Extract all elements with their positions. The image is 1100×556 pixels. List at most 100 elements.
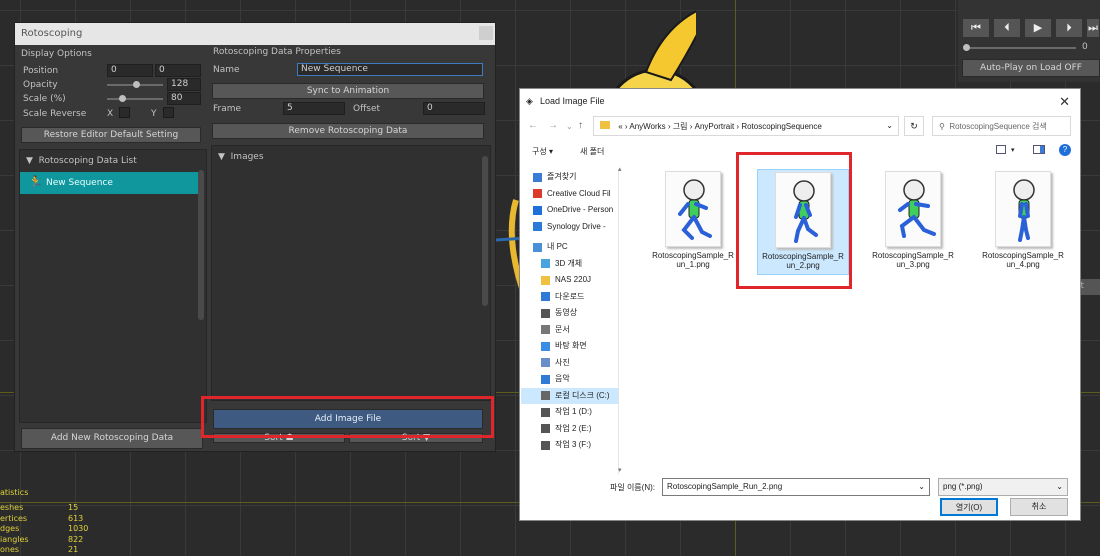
up-arrow-icon[interactable]: ↑ bbox=[578, 120, 583, 131]
close-icon[interactable]: ✕ bbox=[1059, 94, 1070, 110]
play-button[interactable]: ▶ bbox=[1024, 18, 1052, 38]
nav-item[interactable]: 내 PC bbox=[521, 239, 618, 256]
scale-reverse-y-checkbox[interactable] bbox=[163, 107, 174, 118]
frame-field[interactable]: 5 bbox=[283, 102, 345, 115]
star-icon bbox=[533, 172, 542, 182]
nav-item-label: 바탕 화면 bbox=[555, 341, 587, 350]
timeline-knob[interactable] bbox=[963, 44, 970, 51]
filetype-value: png (*.png) bbox=[943, 482, 983, 491]
list-scrollbar[interactable] bbox=[198, 170, 204, 320]
timeline-value: 0 bbox=[1082, 42, 1088, 52]
remove-data-button[interactable]: Remove Rotoscoping Data bbox=[212, 123, 484, 139]
help-icon[interactable]: ? bbox=[1059, 144, 1071, 156]
rotoscoping-window: Rotoscoping Display Options Position 0 0… bbox=[14, 22, 496, 452]
stat-label: dges bbox=[0, 524, 20, 533]
nav-item[interactable]: 사진 bbox=[521, 355, 618, 372]
window-close-button[interactable] bbox=[479, 26, 493, 40]
cancel-button[interactable]: 취소 bbox=[1010, 498, 1068, 516]
filename-dropdown-icon[interactable]: ⌄ bbox=[918, 482, 925, 491]
filetype-select[interactable]: png (*.png) ⌄ bbox=[938, 478, 1068, 496]
stat-label: iangles bbox=[0, 534, 29, 544]
nav-item[interactable]: OneDrive - Person bbox=[521, 202, 618, 219]
nav-item[interactable]: NAS 220J bbox=[521, 272, 618, 289]
images-scrollbar[interactable] bbox=[482, 156, 488, 306]
refresh-icon[interactable]: ↻ bbox=[904, 116, 924, 136]
last-frame-button[interactable]: ⏭ bbox=[1086, 18, 1100, 38]
autoplay-button[interactable]: Auto-Play on Load OFF bbox=[962, 59, 1100, 77]
file-item[interactable]: RotoscopingSample_R un_4.png bbox=[977, 169, 1069, 275]
filename-input[interactable]: RotoscopingSample_Run_2.png ⌄ bbox=[662, 478, 930, 496]
open-button[interactable]: 열기(O) bbox=[940, 498, 998, 516]
prev-frame-button[interactable]: ⏴ bbox=[993, 18, 1021, 38]
preview-pane-icon[interactable] bbox=[1033, 145, 1045, 154]
scroll-down-icon[interactable]: ▾ bbox=[618, 466, 622, 474]
scale-reverse-x-checkbox[interactable] bbox=[119, 107, 130, 118]
breadcrumb-item[interactable]: RotoscopingSequence bbox=[741, 122, 822, 131]
organize-button[interactable]: 구성 ▾ bbox=[532, 146, 553, 157]
offset-field[interactable]: 0 bbox=[423, 102, 485, 115]
nav-item-label: 로컬 디스크 (C:) bbox=[555, 390, 610, 400]
position-x-field[interactable]: 0 bbox=[107, 64, 153, 77]
recent-dropdown-icon[interactable]: ⌄ bbox=[566, 122, 573, 131]
nav-item[interactable]: 다운로드 bbox=[521, 289, 618, 306]
nav-item[interactable]: 바탕 화면 bbox=[521, 338, 618, 355]
view-options-icon[interactable] bbox=[996, 145, 1006, 154]
search-input[interactable]: ⚲ RotoscopingSequence 검색 bbox=[932, 116, 1071, 136]
nav-item[interactable]: 작업 2 (E:) bbox=[521, 421, 618, 438]
filetype-dropdown-icon[interactable]: ⌄ bbox=[1056, 482, 1063, 491]
nav-item[interactable]: 작업 3 (F:) bbox=[521, 437, 618, 454]
file-name-ext: un_4.png bbox=[1006, 260, 1040, 269]
file-item[interactable]: RotoscopingSample_R un_1.png bbox=[647, 169, 739, 275]
dialog-titlebar: ◈ Load Image File ✕ bbox=[520, 89, 1080, 115]
address-bar[interactable]: « › AnyWorks › 그림 › AnyPortrait › Rotosc… bbox=[593, 116, 899, 136]
nav-item-label: 내 PC bbox=[547, 242, 568, 251]
opacity-knob[interactable] bbox=[133, 81, 140, 88]
add-rotoscoping-data-button[interactable]: Add New Rotoscoping Data bbox=[21, 428, 203, 449]
nav-item[interactable]: 3D 개체 bbox=[521, 256, 618, 273]
nav-item[interactable]: Creative Cloud Fil bbox=[521, 186, 618, 203]
back-arrow-icon[interactable]: ← bbox=[528, 120, 538, 131]
address-dropdown-icon[interactable]: ⌄ bbox=[886, 121, 893, 130]
nav-item[interactable]: Synology Drive - bbox=[521, 219, 618, 236]
nav-item[interactable]: 동영상 bbox=[521, 305, 618, 322]
scale-field[interactable]: 80 bbox=[167, 92, 201, 105]
nav-item[interactable]: 음악 bbox=[521, 371, 618, 388]
disk-icon bbox=[541, 440, 550, 450]
restore-default-button[interactable]: Restore Editor Default Setting bbox=[21, 127, 201, 143]
scroll-up-icon[interactable]: ▴ bbox=[618, 165, 622, 173]
view-dropdown-icon[interactable]: ▾ bbox=[1011, 146, 1015, 154]
name-field[interactable]: New Sequence bbox=[297, 63, 483, 76]
stat-value: 1030 bbox=[68, 524, 89, 533]
nav-item[interactable]: 로컬 디스크 (C:) bbox=[521, 387, 618, 404]
new-folder-button[interactable]: 새 폴더 bbox=[580, 146, 604, 157]
breadcrumb-item[interactable]: AnyPortrait › bbox=[695, 122, 742, 131]
nav-item[interactable]: 즐겨찾기 bbox=[521, 169, 618, 186]
nav-item[interactable]: 작업 1 (D:) bbox=[521, 404, 618, 421]
running-figure-icon: 🏃 bbox=[28, 175, 43, 189]
cube-icon bbox=[541, 259, 550, 269]
breadcrumb-item[interactable]: « › bbox=[618, 122, 629, 131]
nav-item-label: 동영상 bbox=[555, 308, 578, 317]
first-frame-button[interactable]: ⏮ bbox=[962, 18, 990, 38]
nav-item-label: 작업 2 (E:) bbox=[555, 423, 592, 433]
stat-label: ones bbox=[0, 545, 20, 554]
scale-slider[interactable] bbox=[107, 98, 163, 100]
file-thumbnail bbox=[885, 171, 941, 247]
file-item[interactable]: RotoscopingSample_R un_3.png bbox=[867, 169, 959, 275]
timeline-panel: ⏮ ⏴ ▶ ⏵ ⏭ 0 Auto-Play on Load OFF bbox=[958, 0, 1100, 82]
opacity-field[interactable]: 128 bbox=[167, 78, 201, 91]
stat-value: 613 bbox=[68, 513, 84, 523]
timeline-slider[interactable] bbox=[966, 47, 1076, 49]
sync-to-animation-button[interactable]: Sync to Animation bbox=[212, 83, 484, 99]
scale-knob[interactable] bbox=[119, 95, 126, 102]
next-frame-button[interactable]: ⏵ bbox=[1055, 18, 1083, 38]
file-thumbnail bbox=[665, 171, 721, 247]
forward-arrow-icon[interactable]: → bbox=[548, 120, 558, 131]
nav-item-label: 즐겨찾기 bbox=[547, 172, 577, 181]
nav-item[interactable]: 문서 bbox=[521, 322, 618, 339]
nav-scrollbar[interactable]: ▴ ▾ bbox=[617, 165, 625, 474]
breadcrumb-item[interactable]: AnyWorks › bbox=[629, 122, 672, 131]
list-item-selected[interactable]: 🏃 New Sequence bbox=[20, 172, 198, 194]
breadcrumb-item[interactable]: 그림 › bbox=[673, 122, 695, 131]
position-y-field[interactable]: 0 bbox=[155, 64, 201, 77]
